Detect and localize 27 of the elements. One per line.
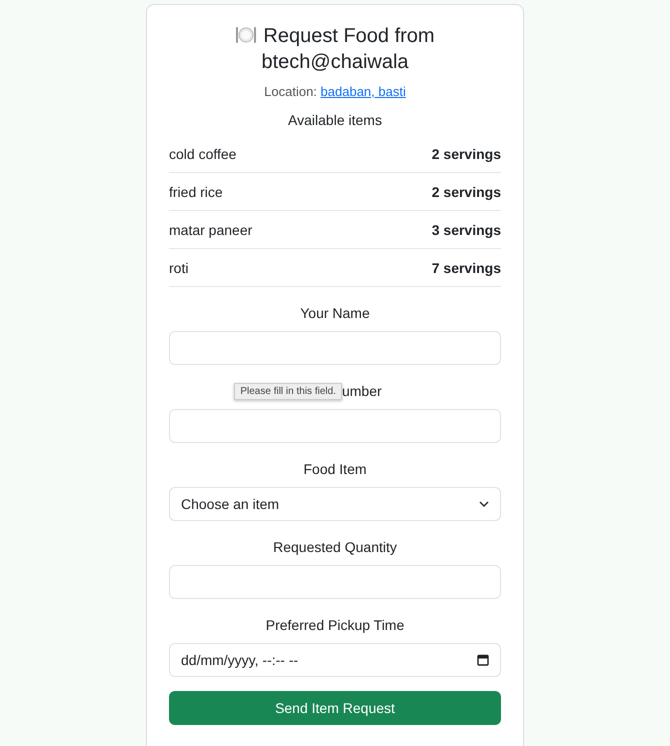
item-servings: 2 servings bbox=[432, 184, 501, 200]
field-label: Preferred Pickup Time bbox=[266, 617, 404, 633]
item-name: matar paneer bbox=[169, 222, 252, 238]
input-field[interactable] bbox=[169, 409, 501, 443]
food-item-select[interactable]: Choose an item bbox=[169, 487, 501, 521]
plate-icon bbox=[235, 25, 258, 45]
item-name: fried rice bbox=[169, 184, 223, 200]
input-field[interactable] bbox=[169, 331, 501, 365]
page-title: Request Food from btech@chaiwala bbox=[189, 23, 481, 75]
field-label: umber bbox=[342, 383, 382, 399]
location-link[interactable]: badaban, basti bbox=[320, 84, 406, 99]
item-servings: 7 servings bbox=[432, 260, 501, 276]
send-request-button[interactable]: Send Item Request bbox=[169, 691, 501, 725]
field-label: Food Item bbox=[303, 461, 367, 477]
datetime-field[interactable]: dd/mm/yyyy, --:-- -- bbox=[169, 643, 501, 677]
item-name: roti bbox=[169, 260, 188, 276]
calendar-icon bbox=[477, 654, 489, 666]
validation-tooltip: Please fill in this field. bbox=[234, 382, 342, 400]
location-label: Location: bbox=[264, 84, 317, 99]
section-heading: Available items bbox=[287, 112, 383, 128]
field-label: Your Name bbox=[300, 305, 370, 321]
chevron-icon bbox=[479, 501, 489, 507]
item-servings: 2 servings bbox=[432, 146, 501, 162]
item-servings: 3 servings bbox=[432, 222, 501, 238]
input-field[interactable] bbox=[169, 565, 501, 599]
field-label: Requested Quantity bbox=[273, 539, 397, 555]
item-name: cold coffee bbox=[169, 146, 236, 162]
